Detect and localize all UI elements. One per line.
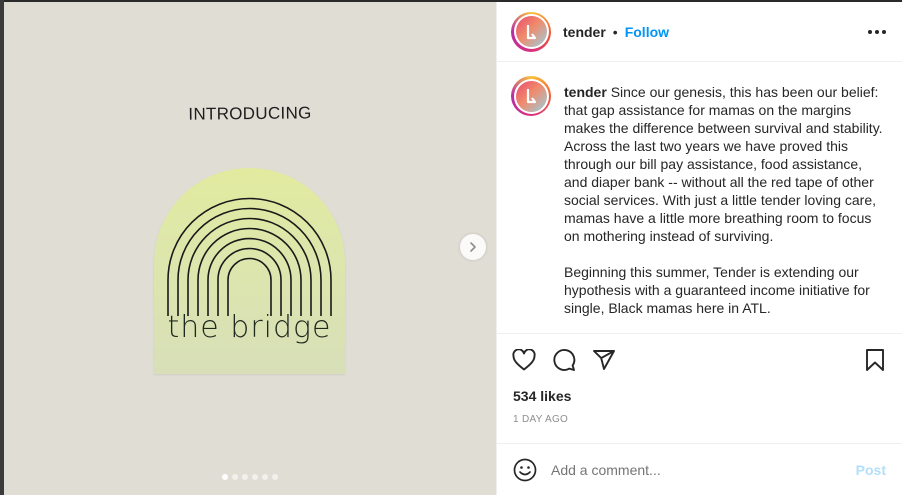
carousel-dot bbox=[272, 474, 278, 480]
post-caption: tender Since our genesis, this has been … bbox=[564, 83, 888, 333]
carousel-dot bbox=[232, 474, 238, 480]
post-media: INTRODUCING the bridge bbox=[4, 2, 496, 495]
comment-button[interactable] bbox=[551, 347, 577, 373]
caption-text: Beginning this summer, Tender is extendi… bbox=[564, 264, 870, 316]
smiley-icon[interactable] bbox=[513, 458, 537, 482]
caption-area: tender Since our genesis, this has been … bbox=[497, 62, 902, 334]
save-button[interactable] bbox=[862, 347, 888, 373]
comment-icon bbox=[553, 349, 576, 371]
share-button[interactable] bbox=[591, 347, 617, 373]
bridge-logo-text: the bridge bbox=[167, 310, 332, 345]
chevron-right-icon bbox=[470, 242, 476, 252]
heart-icon bbox=[512, 349, 536, 371]
post-modal: INTRODUCING the bridge tender • Follow t… bbox=[4, 2, 902, 495]
separator-dot: • bbox=[612, 23, 618, 40]
carousel-indicator bbox=[4, 474, 496, 480]
caption-text: Since our genesis, this has been our bel… bbox=[564, 84, 883, 244]
carousel-dot bbox=[262, 474, 268, 480]
tender-logo-icon bbox=[526, 24, 537, 39]
follow-button[interactable]: Follow bbox=[625, 24, 669, 40]
likes-count[interactable]: 534 likes bbox=[497, 388, 902, 404]
username-link[interactable]: tender bbox=[563, 24, 606, 40]
avatar[interactable] bbox=[511, 76, 551, 116]
post-header: tender • Follow bbox=[497, 2, 902, 62]
carousel-dot bbox=[242, 474, 248, 480]
comment-input[interactable] bbox=[551, 461, 856, 478]
more-options-icon[interactable] bbox=[866, 24, 888, 40]
action-bar bbox=[497, 334, 902, 386]
caption-username-link[interactable]: tender bbox=[564, 84, 607, 100]
like-button[interactable] bbox=[511, 347, 537, 373]
intro-text: INTRODUCING bbox=[188, 103, 312, 124]
post-side-panel: tender • Follow tender Since our genesis… bbox=[496, 2, 902, 495]
post-timestamp[interactable]: 1 DAY AGO bbox=[497, 414, 902, 425]
comment-bar: Post bbox=[497, 443, 902, 495]
tender-logo-icon bbox=[526, 89, 537, 104]
carousel-dot bbox=[222, 474, 228, 480]
next-image-button[interactable] bbox=[460, 234, 486, 260]
send-icon bbox=[593, 350, 615, 370]
avatar[interactable] bbox=[511, 11, 551, 52]
bookmark-icon bbox=[866, 349, 884, 371]
post-comment-button[interactable]: Post bbox=[856, 462, 886, 478]
carousel-dot bbox=[252, 474, 258, 480]
bridge-logo: the bridge bbox=[154, 168, 345, 374]
